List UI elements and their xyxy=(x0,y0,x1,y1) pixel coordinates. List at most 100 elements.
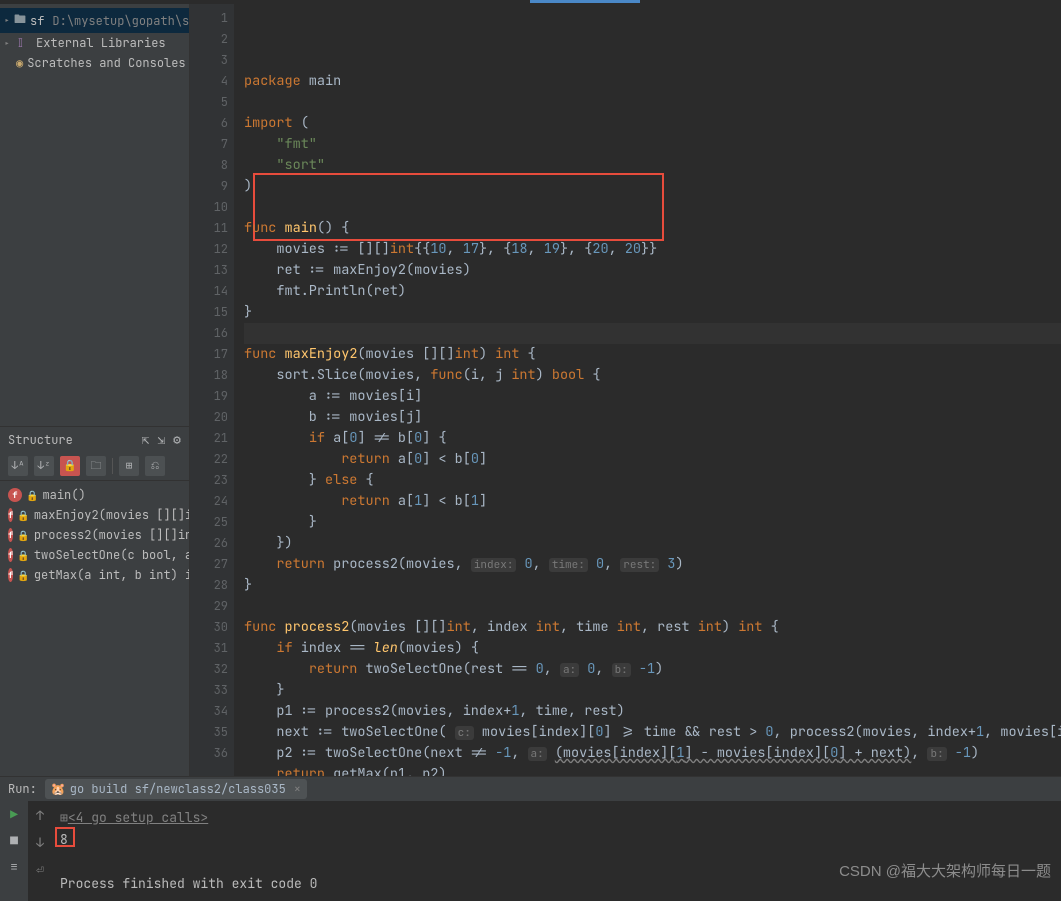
scratches-node[interactable]: ◉ Scratches and Consoles xyxy=(0,53,189,73)
line-number[interactable]: 21 xyxy=(190,428,228,449)
code-line[interactable] xyxy=(244,92,1061,113)
code-line[interactable]: fmt.Println(ret) xyxy=(244,281,1061,302)
code-line[interactable]: a := movies[i] xyxy=(244,386,1061,407)
code-line[interactable]: package main xyxy=(244,71,1061,92)
line-number[interactable]: 30 xyxy=(190,617,228,638)
code-line[interactable]: "sort" xyxy=(244,155,1061,176)
structure-item[interactable]: f🔒maxEnjoy2(movies [][]in xyxy=(0,505,189,525)
line-number[interactable]: 34 xyxy=(190,701,228,722)
code-line[interactable]: next := twoSelectOne( c: movies[index][0… xyxy=(244,722,1061,743)
line-number[interactable]: 35 xyxy=(190,722,228,743)
down-icon[interactable]: ↓ xyxy=(36,834,44,851)
line-number[interactable]: ↻31 xyxy=(190,638,228,659)
line-number[interactable]: 27 xyxy=(190,554,228,575)
code-line[interactable]: b := movies[j] xyxy=(244,407,1061,428)
code-line[interactable]: func maxEnjoy2(movies [][]int) int { xyxy=(244,344,1061,365)
line-number[interactable]: 9 xyxy=(190,176,228,197)
line-number[interactable]: 14 xyxy=(190,281,228,302)
expand-icon[interactable]: ⇱ xyxy=(142,431,150,448)
code-line[interactable]: return twoSelectOne(rest == 0, a: 0, b: … xyxy=(244,659,1061,680)
setup-calls[interactable]: <4 go setup calls> xyxy=(68,809,208,826)
line-number[interactable]: 36 xyxy=(190,743,228,764)
code-line[interactable]: }) xyxy=(244,533,1061,554)
code-line[interactable]: func process2(movies [][]int, index int,… xyxy=(244,617,1061,638)
line-number[interactable]: 20 xyxy=(190,407,228,428)
code-line[interactable]: if index == len(movies) { xyxy=(244,638,1061,659)
code-line[interactable]: sort.Slice(movies, func(i, j int) bool { xyxy=(244,365,1061,386)
line-number[interactable]: 7 xyxy=(190,134,228,155)
line-number[interactable]: 1 xyxy=(190,8,228,29)
code-line[interactable]: func main() { xyxy=(244,218,1061,239)
run-tab[interactable]: 🐹 go build sf/newclass2/class035 × xyxy=(45,779,307,799)
tree-icon[interactable]: ⎌ xyxy=(145,456,165,476)
console-output[interactable]: ⊞<4 go setup calls> 8 Process finished w… xyxy=(52,801,1061,901)
line-number[interactable]: 5 xyxy=(190,92,228,113)
expand-icon[interactable]: ⊞ xyxy=(60,809,68,826)
code-line[interactable] xyxy=(244,596,1061,617)
collapse-icon[interactable]: ⇲ xyxy=(157,431,165,448)
gear-icon[interactable]: ⚙ xyxy=(173,431,181,448)
line-number[interactable]: 25 xyxy=(190,512,228,533)
line-number[interactable]: 23 xyxy=(190,470,228,491)
line-number[interactable]: 28 xyxy=(190,575,228,596)
code-line[interactable]: return a[0] < b[0] xyxy=(244,449,1061,470)
code-line[interactable] xyxy=(244,197,1061,218)
code-line[interactable] xyxy=(244,323,1061,344)
sort-az-icon[interactable]: ↓ᴬ xyxy=(8,456,28,476)
code-line[interactable]: } xyxy=(244,512,1061,533)
wrap-icon[interactable]: ⏎ xyxy=(36,861,44,878)
line-number[interactable]: 24 xyxy=(190,491,228,512)
line-number[interactable]: 2 xyxy=(190,29,228,50)
line-number[interactable]: 18 xyxy=(190,365,228,386)
line-number[interactable]: 17 xyxy=(190,344,228,365)
line-number[interactable]: 10 xyxy=(190,197,228,218)
line-number[interactable]: ▶8 xyxy=(190,155,228,176)
code-line[interactable]: return a[1] < b[1] xyxy=(244,491,1061,512)
code-line[interactable]: ) xyxy=(244,176,1061,197)
line-number[interactable]: 15 xyxy=(190,302,228,323)
editor[interactable]: 1234567▶89101112131415161718192021222324… xyxy=(190,4,1061,776)
line-number[interactable]: 12 xyxy=(190,239,228,260)
code-area[interactable]: package main import ( "fmt" "sort") func… xyxy=(234,4,1061,776)
lock-icon[interactable]: 🔒 xyxy=(60,456,80,476)
line-number[interactable]: 29 xyxy=(190,596,228,617)
code-line[interactable]: } xyxy=(244,575,1061,596)
line-number[interactable]: 3 xyxy=(190,50,228,71)
code-line[interactable]: return process2(movies, index: 0, time: … xyxy=(244,554,1061,575)
project-root-sf[interactable]: ▸ 🖿 sf D:\mysetup\gopath\sr xyxy=(0,8,189,33)
line-number[interactable]: 4 xyxy=(190,71,228,92)
line-number[interactable]: 19 xyxy=(190,386,228,407)
code-line[interactable]: if a[0] != b[0] { xyxy=(244,428,1061,449)
line-number[interactable]: 16 xyxy=(190,323,228,344)
stop-icon[interactable]: ■ xyxy=(5,831,23,849)
line-number[interactable]: 26 xyxy=(190,533,228,554)
line-number[interactable]: 11 xyxy=(190,218,228,239)
structure-item[interactable]: f🔒twoSelectOne(c bool, a xyxy=(0,545,189,565)
code-line[interactable]: movies := [][]int{{10, 17}, {18, 19}, {2… xyxy=(244,239,1061,260)
code-line[interactable]: p1 := process2(movies, index+1, time, re… xyxy=(244,701,1061,722)
code-line[interactable]: } else { xyxy=(244,470,1061,491)
code-line[interactable]: p2 := twoSelectOne(next != -1, a: (movie… xyxy=(244,743,1061,764)
external-libraries[interactable]: ▸ 𝕀 External Libraries xyxy=(0,33,189,53)
layout-icon[interactable]: ⊞ xyxy=(119,456,139,476)
code-line[interactable]: } xyxy=(244,302,1061,323)
code-line[interactable]: } xyxy=(244,680,1061,701)
close-icon[interactable]: × xyxy=(294,781,301,797)
line-number[interactable]: ↻32 xyxy=(190,659,228,680)
layout-icon[interactable]: ≡ xyxy=(5,857,23,875)
up-icon[interactable]: ↑ xyxy=(36,807,44,824)
structure-item[interactable]: f🔒getMax(a int, b int) int xyxy=(0,565,189,585)
structure-item[interactable]: f🔒process2(movies [][]in xyxy=(0,525,189,545)
sort-za-icon[interactable]: ↓ᶻ xyxy=(34,456,54,476)
line-number[interactable]: 6 xyxy=(190,113,228,134)
play-icon[interactable]: ▶ xyxy=(5,805,23,823)
code-line[interactable]: return getMax(p1, p2) xyxy=(244,764,1061,776)
folder-icon[interactable]: 🗀 xyxy=(86,456,106,476)
code-line[interactable]: ret := maxEnjoy2(movies) xyxy=(244,260,1061,281)
structure-item[interactable]: f🔒main() xyxy=(0,485,189,505)
code-line[interactable]: import ( xyxy=(244,113,1061,134)
code-line[interactable]: "fmt" xyxy=(244,134,1061,155)
line-number[interactable]: 13 xyxy=(190,260,228,281)
line-number[interactable]: 33 xyxy=(190,680,228,701)
line-number[interactable]: 22 xyxy=(190,449,228,470)
